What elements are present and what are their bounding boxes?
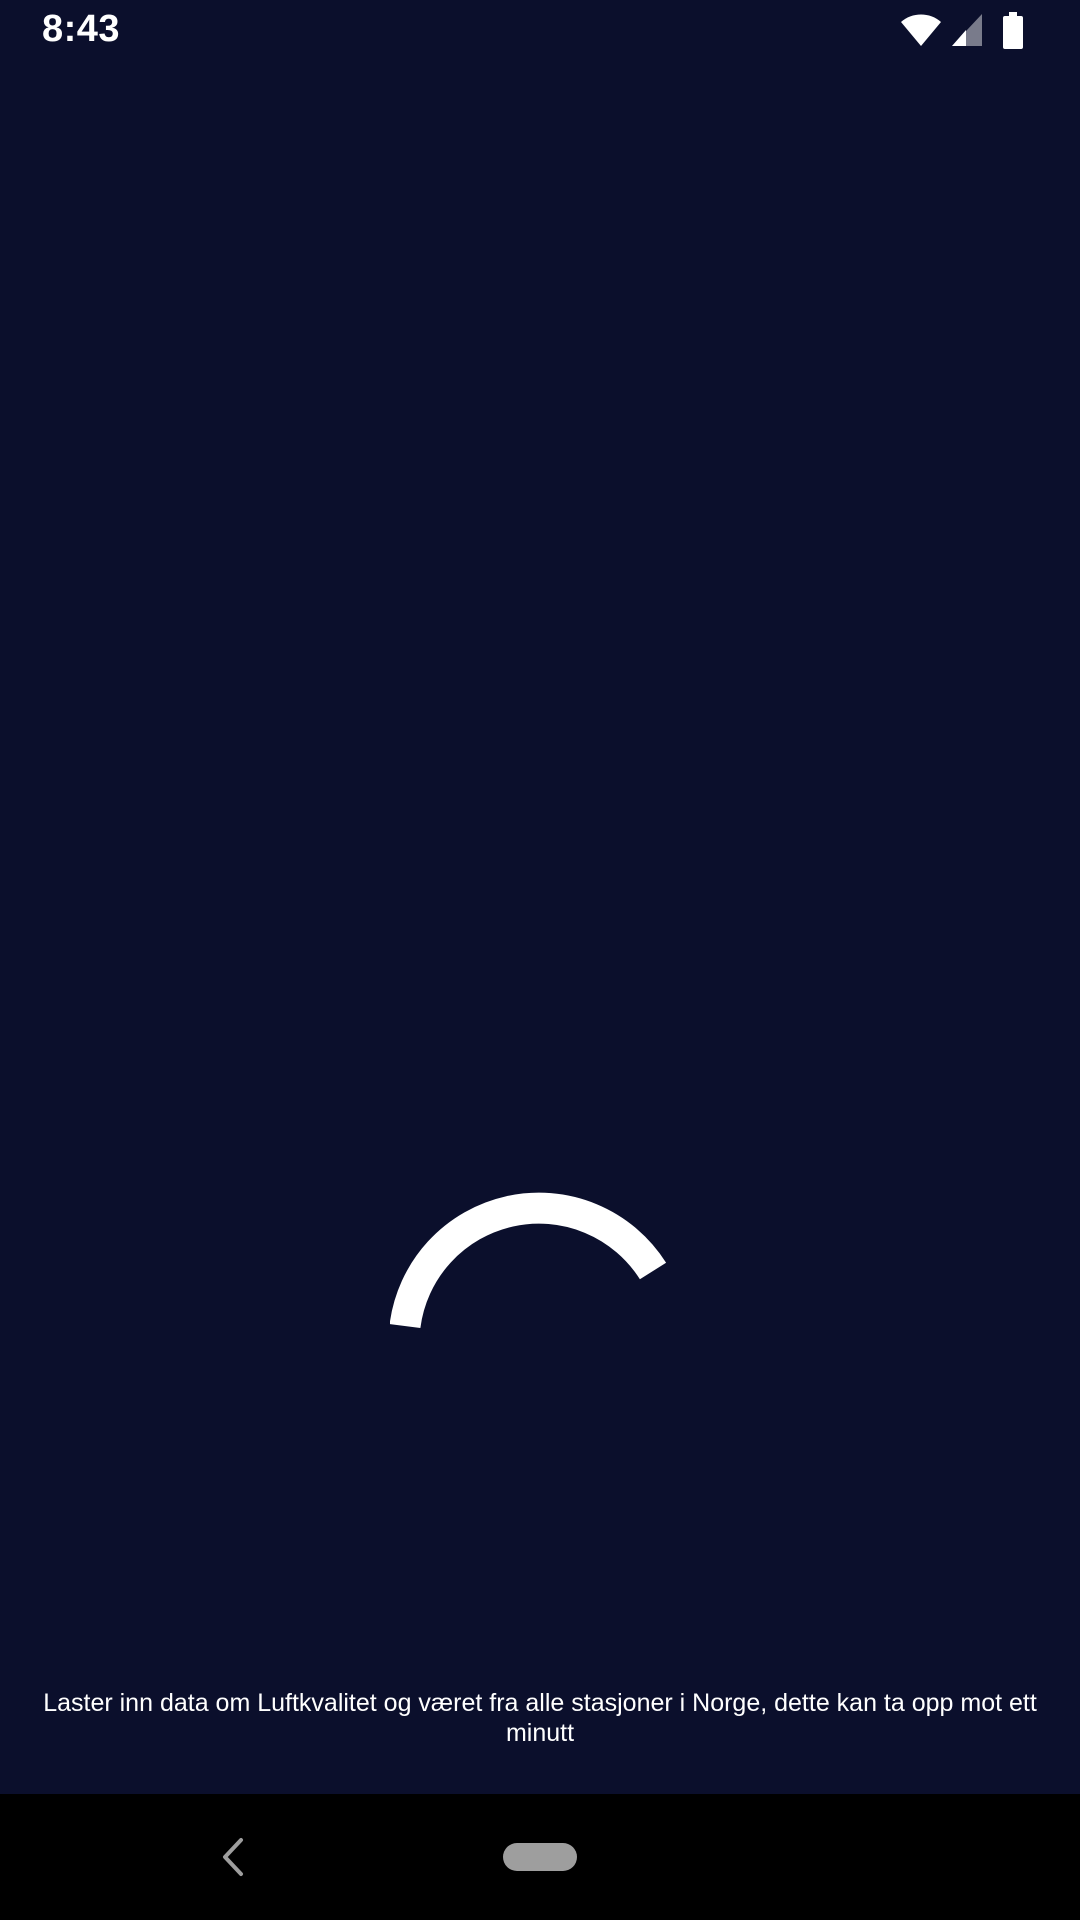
- status-time: 8:43: [42, 8, 121, 50]
- battery-icon: [1003, 12, 1023, 49]
- wifi-icon: [901, 14, 941, 46]
- app-screen: 8:43 Laster inn data om Luftkvalitet og …: [0, 0, 1080, 1920]
- progress-spinner-icon: [390, 1192, 667, 1329]
- status-icons: [900, 12, 1040, 52]
- home-pill-icon[interactable]: [503, 1843, 577, 1871]
- loading-message: Laster inn data om Luftkvalitet og været…: [43, 1689, 1037, 1747]
- status-bar: 8:43: [0, 0, 1080, 63]
- navigation-bar: [0, 1794, 1080, 1920]
- cellular-signal-icon: [952, 14, 982, 46]
- back-chevron-icon[interactable]: [214, 1834, 254, 1880]
